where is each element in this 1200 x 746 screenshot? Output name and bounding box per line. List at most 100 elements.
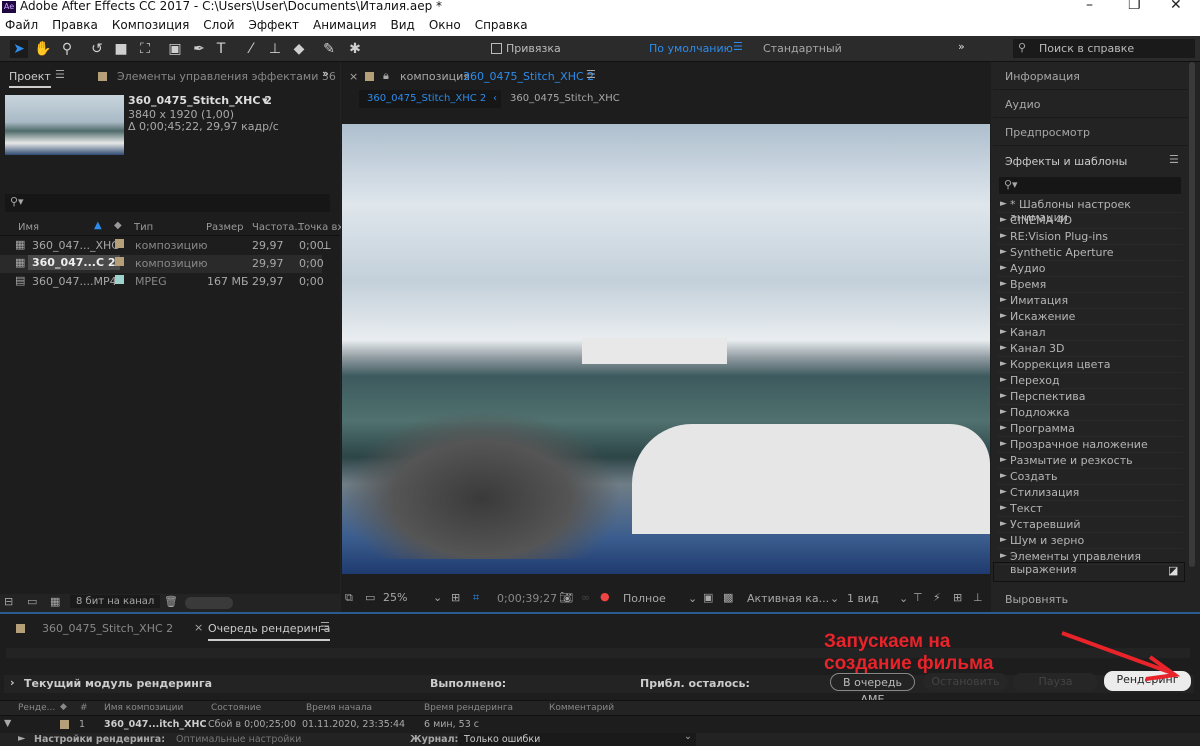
col-comp-name[interactable]: Имя композиции: [104, 703, 183, 713]
col-size[interactable]: Размер: [206, 222, 244, 233]
always-preview-icon[interactable]: ⧉: [345, 591, 353, 605]
comp-tab-name[interactable]: 360_0475_Stitch_XHC 2: [463, 70, 594, 83]
project-item[interactable]: ▦ 360_047...C 2 композицию 29,97 0;00: [0, 255, 324, 273]
zoom-icon[interactable]: ⚲: [58, 40, 76, 58]
tab-render-queue[interactable]: Очередь рендеринга: [208, 622, 331, 641]
effects-category[interactable]: ► Создать: [998, 469, 1183, 485]
render-item-row[interactable]: ▼ 1 360_047...itch_XHC Сбой в 0;00;25;00…: [0, 717, 1200, 733]
col-type[interactable]: Тип: [134, 222, 153, 233]
project-search-input[interactable]: ⚲▾: [5, 194, 330, 212]
effects-menu-icon[interactable]: ☰: [1169, 153, 1179, 166]
zoom-dropdown[interactable]: 25% ⌄: [383, 591, 445, 604]
queue-ame-button[interactable]: В очередь AME: [830, 673, 915, 706]
breadcrumb-arrow-icon[interactable]: ‹: [493, 93, 497, 104]
label-tag-icon[interactable]: ◆: [114, 220, 122, 231]
menu-file[interactable]: Файл: [5, 18, 38, 32]
stop-button[interactable]: Остановить: [923, 673, 1008, 691]
menu-layer[interactable]: Слой: [203, 18, 234, 32]
breadcrumb-active[interactable]: 360_0475_Stitch_XHC 2: [359, 90, 501, 108]
effects-category[interactable]: ► Размытие и резкость: [998, 453, 1183, 469]
col-comment[interactable]: Комментарий: [549, 703, 614, 713]
sort-asc-icon[interactable]: ▲: [94, 220, 102, 231]
fast-previews-icon[interactable]: ⚡: [933, 591, 941, 604]
col-start-time[interactable]: Время начала: [306, 703, 372, 713]
render-queue-menu-icon[interactable]: ☰: [320, 620, 330, 633]
effects-category[interactable]: ► Время: [998, 277, 1183, 293]
effects-category[interactable]: ► Устаревший: [998, 517, 1183, 533]
lock-icon[interactable]: 🔒︎: [383, 69, 389, 83]
label-tag-icon[interactable]: ◆: [60, 702, 67, 712]
effects-category[interactable]: ► Текст: [998, 501, 1183, 517]
effects-category[interactable]: ► Synthetic Aperture: [998, 245, 1183, 261]
effects-title[interactable]: Эффекты и шаблоны: [1005, 155, 1127, 168]
selection-icon[interactable]: ➤: [10, 40, 28, 58]
project-menu-icon[interactable]: ☰: [55, 68, 65, 81]
collapse-icon[interactable]: ▼: [4, 718, 11, 729]
hand-icon[interactable]: ✋: [34, 40, 52, 58]
effects-category[interactable]: ► Шум и зерно: [998, 533, 1183, 549]
workspace-menu-icon[interactable]: ☰: [733, 40, 743, 53]
workspace-standard[interactable]: Стандартный: [763, 42, 842, 55]
col-render[interactable]: Ренде...: [18, 703, 55, 713]
comp-dropdown-icon[interactable]: ▾: [262, 94, 268, 107]
rotate-icon[interactable]: ↺: [88, 40, 106, 58]
effects-category[interactable]: ► Перспектива: [998, 389, 1183, 405]
effects-category[interactable]: ► Канал: [998, 325, 1183, 341]
flowchart-icon[interactable]: ⊥: [973, 591, 983, 604]
menu-view[interactable]: Вид: [390, 18, 414, 32]
menu-effect[interactable]: Эффект: [249, 18, 300, 32]
expand-icon[interactable]: ›: [10, 676, 15, 689]
render-settings-dropdown[interactable]: Оптимальные настройки: [176, 734, 301, 745]
brush-icon[interactable]: ⁄: [242, 40, 260, 58]
snap-checkbox[interactable]: [491, 43, 502, 54]
effects-category[interactable]: ► Стилизация: [998, 485, 1183, 501]
close-tab-icon[interactable]: ×: [349, 70, 358, 83]
region-of-interest-icon[interactable]: ▣: [703, 591, 713, 604]
pan-behind-icon[interactable]: ⛶: [136, 40, 154, 58]
effects-category[interactable]: ► Канал 3D: [998, 341, 1183, 357]
camera-dropdown[interactable]: Активная ка... ⌄: [747, 592, 839, 605]
show-snapshot-icon[interactable]: ∞: [581, 591, 590, 604]
col-render-time[interactable]: Время рендеринга: [424, 703, 513, 713]
menu-composition[interactable]: Композиция: [112, 18, 189, 32]
eraser-icon[interactable]: ◆: [290, 40, 308, 58]
monitor-icon[interactable]: ▭: [365, 591, 375, 604]
mask-visibility-icon[interactable]: ⌗: [473, 591, 479, 605]
views-dropdown[interactable]: 1 вид ⌄: [847, 592, 908, 605]
project-item[interactable]: ▤ 360_047....MP4 MPEG 167 МБ 29,97 0;00: [0, 273, 340, 291]
restore-icon[interactable]: ❐: [1128, 0, 1141, 13]
thumbnail-slider[interactable]: [185, 597, 233, 609]
puppet-pin-icon[interactable]: ✱: [346, 40, 364, 58]
search-help-box[interactable]: ⚲ Поиск в справке: [1013, 39, 1195, 58]
channels-icon[interactable]: ●: [600, 590, 610, 603]
new-comp-icon[interactable]: ▦: [50, 595, 60, 608]
effects-category[interactable]: ► CINEMA 4D: [998, 213, 1183, 229]
menu-edit[interactable]: Правка: [52, 18, 98, 32]
resolution-dropdown[interactable]: Полное ⌄: [623, 592, 698, 605]
minimize-icon[interactable]: –: [1086, 0, 1093, 13]
workspace-default[interactable]: По умолчанию: [649, 42, 733, 55]
expand-icon[interactable]: ►: [18, 733, 25, 744]
tab-project[interactable]: Проект: [9, 70, 51, 88]
expand-panels-icon[interactable]: »: [322, 67, 329, 80]
breadcrumb-other[interactable]: 360_0475_Stitch_XHC: [510, 93, 620, 104]
panel-preview[interactable]: Предпросмотр: [993, 118, 1188, 146]
effects-scrollbar[interactable]: [1189, 62, 1195, 567]
col-status[interactable]: Состояние: [211, 703, 261, 713]
new-folder-icon[interactable]: ▭: [27, 595, 37, 608]
log-dropdown[interactable]: Только ошибки ⌄: [458, 731, 696, 746]
col-in-point[interactable]: Точка вх: [298, 222, 343, 233]
menu-animation[interactable]: Анимация: [313, 18, 376, 32]
camera-icon[interactable]: ■: [112, 40, 130, 58]
video-frame[interactable]: [342, 124, 990, 574]
transparency-grid-icon[interactable]: ▩: [723, 591, 733, 604]
clone-stamp-icon[interactable]: ⊥: [266, 40, 284, 58]
toggle-pixel-aspect-icon[interactable]: ⊤: [913, 591, 923, 604]
tab-effect-controls[interactable]: Элементы управления эффектами 36: [117, 70, 336, 83]
effects-category[interactable]: ► * Шаблоны настроек анимации: [998, 197, 1183, 224]
trash-icon[interactable]: 🗑: [164, 595, 178, 608]
comp-menu-icon[interactable]: ☰: [586, 68, 596, 81]
close-icon[interactable]: ✕: [1170, 0, 1182, 13]
project-item[interactable]: ▦ 360_047..._XHC композицию 29,97 0;00 ⊥: [0, 237, 340, 255]
effects-category[interactable]: ► Элементы управления выражения: [998, 549, 1183, 576]
